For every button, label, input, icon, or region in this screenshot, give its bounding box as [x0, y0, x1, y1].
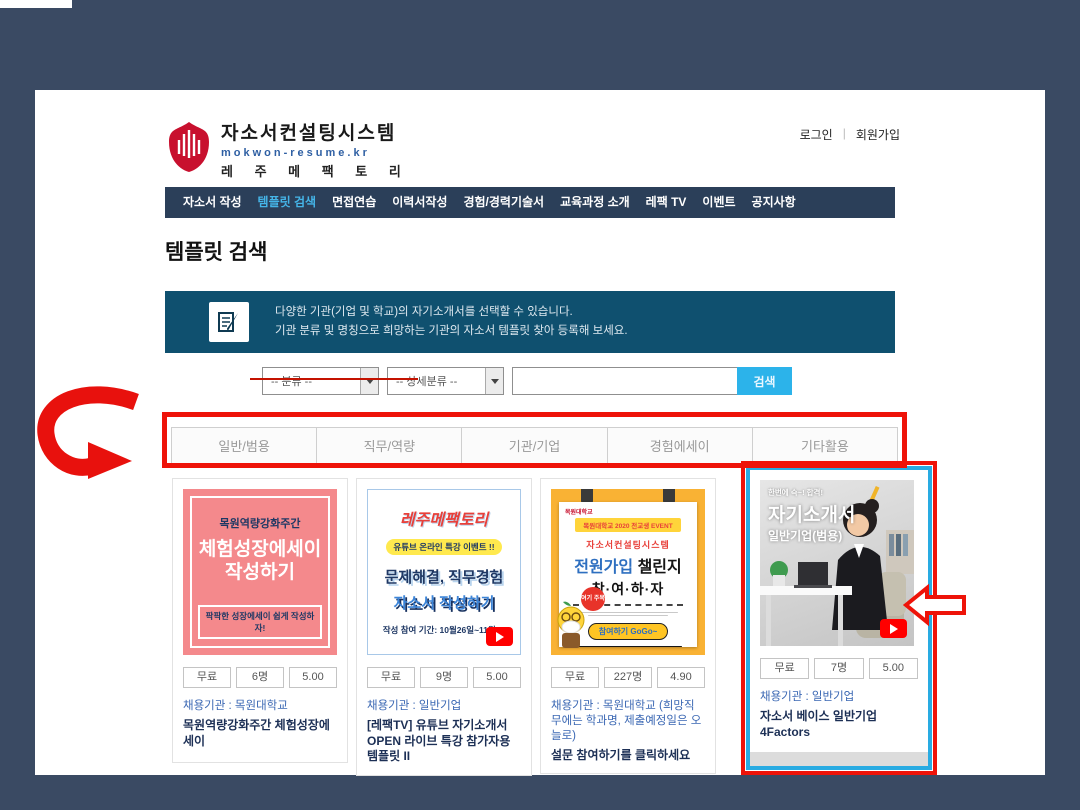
thumb-title: 자기소개서: [768, 500, 855, 527]
card-title[interactable]: 목원역량강화주간 체험성장에세이: [183, 718, 337, 749]
price-badge: 무료: [367, 667, 415, 688]
rating-value: 4.90: [657, 667, 705, 688]
participant-count: 7명: [814, 658, 863, 679]
card-thumbnail[interactable]: 한번에 슥~! 합격! 자기소개서 일반기업(범용): [760, 480, 914, 646]
category-select[interactable]: -- 분류 --: [262, 367, 379, 395]
nav-item-resume-write[interactable]: 자소서 작성: [175, 187, 250, 218]
link-divider: |: [843, 126, 846, 143]
nav-item-notices[interactable]: 공지사항: [744, 187, 804, 218]
screenshot-frame: 자소서컨설팅시스템 mokwon-resume.kr 레 주 메 팩 토 리 로…: [0, 0, 1080, 810]
rating-value: 5.00: [473, 667, 521, 688]
thumb-tag: 한번에 슥~! 합격!: [768, 487, 855, 498]
tab-other[interactable]: 기타활용: [752, 427, 898, 464]
template-card[interactable]: 목원대학교 목원대학교 2020 전교생 EVENT 자소서컨설팅시스템 전원가…: [540, 478, 716, 774]
poster-ribbon: 목원대학교 2020 전교생 EVENT: [575, 518, 680, 532]
chevron-down-icon: [485, 368, 503, 394]
nav-item-experience[interactable]: 경험/경력기술서: [455, 187, 552, 218]
thumb-title-line1: 체험성장에세이: [183, 539, 337, 562]
tab-organization[interactable]: 기관/기업: [461, 427, 607, 464]
poster-word-black: 챌린지: [638, 559, 682, 576]
price-badge: 무료: [760, 658, 809, 679]
thumb-subtitle: 일반기업(범용): [768, 527, 855, 544]
nav-item-repack-tv[interactable]: 레팩 TV: [638, 187, 695, 218]
org-link[interactable]: 채용기관 : 목원대학교 (희망직무에는 학과명, 제출예정일은 오늘로): [551, 699, 705, 744]
thumb-brand: 레주메팩토리: [400, 506, 488, 530]
tab-general[interactable]: 일반/범용: [171, 427, 317, 464]
participant-count: 9명: [420, 667, 468, 688]
thumb-highlight: 유튜브 온라인 특강 이벤트 !!: [386, 539, 501, 555]
nav-item-interview[interactable]: 면접연습: [324, 187, 384, 218]
poster-join-button: 참여하기 GoGo~: [588, 623, 669, 640]
university-emblem-icon: [167, 120, 211, 179]
template-card[interactable]: 한번에 슥~! 합격! 자기소개서 일반기업(범용) 무료 7명 5.00 채용…: [750, 470, 928, 746]
card-thumbnail[interactable]: 목원역량강화주간 체험성장에세이 작성하기 팍팍한 성장에세이 쉽게 작성하자!: [183, 489, 337, 655]
corner-artifact: [0, 0, 72, 8]
site-logo[interactable]: 자소서컨설팅시스템 mokwon-resume.kr 레 주 메 팩 토 리: [167, 118, 410, 180]
info-banner: 다양한 기관(기업 및 학교)의 자기소개서를 선택할 수 있습니다. 기관 분…: [165, 291, 895, 353]
template-card[interactable]: 레주메팩토리 유튜브 온라인 특강 이벤트 !! 문제해결, 직무경험 자소서 …: [356, 478, 532, 776]
nav-item-courses[interactable]: 교육과정 소개: [552, 187, 638, 218]
template-card[interactable]: 목원역량강화주간 체험성장에세이 작성하기 팍팍한 성장에세이 쉽게 작성하자!…: [172, 478, 348, 763]
logo-domain: mokwon-resume.kr: [221, 147, 410, 159]
page-content: 자소서컨설팅시스템 mokwon-resume.kr 레 주 메 팩 토 리 로…: [35, 90, 1045, 775]
poster-word-blue: 전원가입: [574, 559, 633, 576]
org-link[interactable]: 채용기관 : 일반기업: [367, 699, 521, 714]
subcategory-select[interactable]: -- 상세분류 --: [387, 367, 504, 395]
org-link[interactable]: 채용기관 : 목원대학교: [183, 699, 337, 714]
thumb-title-line2: 작성하기: [183, 562, 337, 585]
search-input[interactable]: [512, 367, 769, 395]
tab-job-competency[interactable]: 직무/역량: [316, 427, 462, 464]
nav-item-cv-write[interactable]: 이력서작성: [384, 187, 455, 218]
participant-count: 6명: [236, 667, 284, 688]
thumb-caption: 팍팍한 성장에세이 쉽게 작성하자!: [198, 605, 322, 639]
mascot-icon: [551, 600, 591, 655]
poster-univ: 목원대학교: [565, 507, 593, 516]
thumb-badge: 목원역량강화주간: [183, 515, 337, 531]
card-thumbnail[interactable]: 목원대학교 목원대학교 2020 전교생 EVENT 자소서컨설팅시스템 전원가…: [551, 489, 705, 655]
signup-link[interactable]: 회원가입: [856, 126, 900, 143]
chevron-down-icon: [360, 368, 378, 394]
youtube-play-icon: [880, 619, 907, 638]
thumb-line1: 문제해결, 직무경험: [385, 566, 504, 587]
price-badge: 무료: [551, 667, 599, 688]
card-title[interactable]: 자소서 베이스 일반기업 4Factors: [760, 709, 918, 740]
banner-line2: 기관 분류 및 명칭으로 희망하는 기관의 자소서 템플릿 찾아 등록해 보세요…: [275, 322, 628, 341]
main-nav: 자소서 작성 템플릿 검색 면접연습 이력서작성 경험/경력기술서 교육과정 소…: [165, 187, 895, 218]
poster-brand: 자소서컨설팅시스템: [586, 538, 670, 551]
banner-line1: 다양한 기관(기업 및 학교)의 자기소개서를 선택할 수 있습니다.: [275, 303, 628, 322]
logo-title: 자소서컨설팅시스템: [221, 118, 410, 145]
annotation-red-box-card: 한번에 슥~! 합격! 자기소개서 일반기업(범용) 무료 7명 5.00 채용…: [741, 461, 937, 775]
card-title[interactable]: 설문 참여하기를 클릭하세요: [551, 748, 705, 764]
note-pencil-icon: [209, 302, 249, 342]
participant-count: 227명: [604, 667, 652, 688]
tab-experience-essay[interactable]: 경험에세이: [607, 427, 753, 464]
card-thumbnail[interactable]: 레주메팩토리 유튜브 온라인 특강 이벤트 !! 문제해결, 직무경험 자소서 …: [367, 489, 521, 655]
youtube-play-icon: [486, 627, 513, 646]
page-title: 템플릿 검색: [165, 236, 267, 266]
account-links: 로그인 | 회원가입: [800, 126, 900, 143]
logo-subtitle: 레 주 메 팩 토 리: [221, 161, 410, 180]
rating-value: 5.00: [869, 658, 918, 679]
nav-item-template-search[interactable]: 템플릿 검색: [250, 187, 325, 218]
price-badge: 무료: [183, 667, 231, 688]
rating-value: 5.00: [289, 667, 337, 688]
login-link[interactable]: 로그인: [800, 126, 833, 143]
search-button[interactable]: 검색: [737, 367, 792, 395]
thumb-line2: 자소서 작성하기: [394, 592, 495, 613]
org-link[interactable]: 채용기관 : 일반기업: [760, 690, 918, 705]
nav-item-events[interactable]: 이벤트: [694, 187, 743, 218]
template-category-tabs: 일반/범용 직무/역량 기관/기업 경험에세이 기타활용: [171, 427, 898, 464]
highlighted-card-border: 한번에 슥~! 합격! 자기소개서 일반기업(범용) 무료 7명 5.00 채용…: [746, 466, 932, 770]
card-title[interactable]: [레팩TV] 유튜브 자기소개서 OPEN 라이브 특강 참가자용 템플릿 II: [367, 718, 521, 765]
card-footer-area: [750, 752, 928, 766]
